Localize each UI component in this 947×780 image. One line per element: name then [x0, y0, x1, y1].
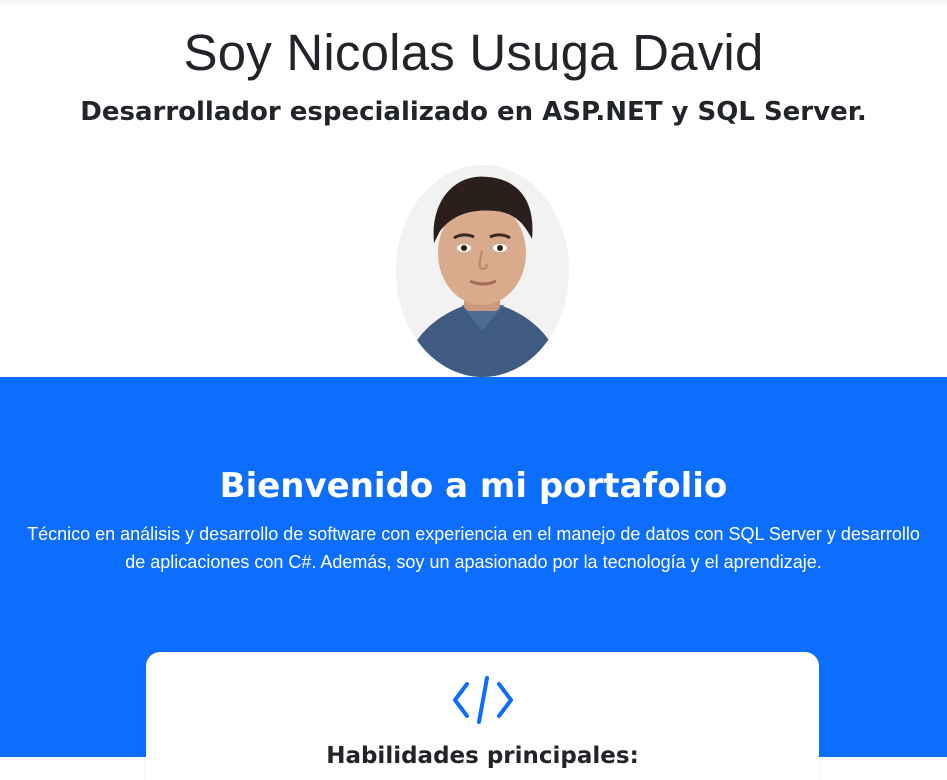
top-shadow: [0, 0, 947, 6]
page-subtitle: Desarrollador especializado en ASP.NET y…: [80, 97, 867, 127]
welcome-title: Bienvenido a mi portafolio: [219, 466, 728, 506]
avatar: [396, 165, 569, 377]
skills-title: Habilidades principales:: [326, 743, 639, 769]
skills-card: Habilidades principales:: [146, 652, 819, 780]
page-header: Soy Nicolas Usuga David Desarrollador es…: [0, 0, 947, 378]
code-icon: [453, 676, 513, 724]
page-title: Soy Nicolas Usuga David: [183, 24, 764, 81]
welcome-description: Técnico en análisis y desarrollo de soft…: [27, 524, 920, 572]
profile-photo: [396, 165, 569, 377]
